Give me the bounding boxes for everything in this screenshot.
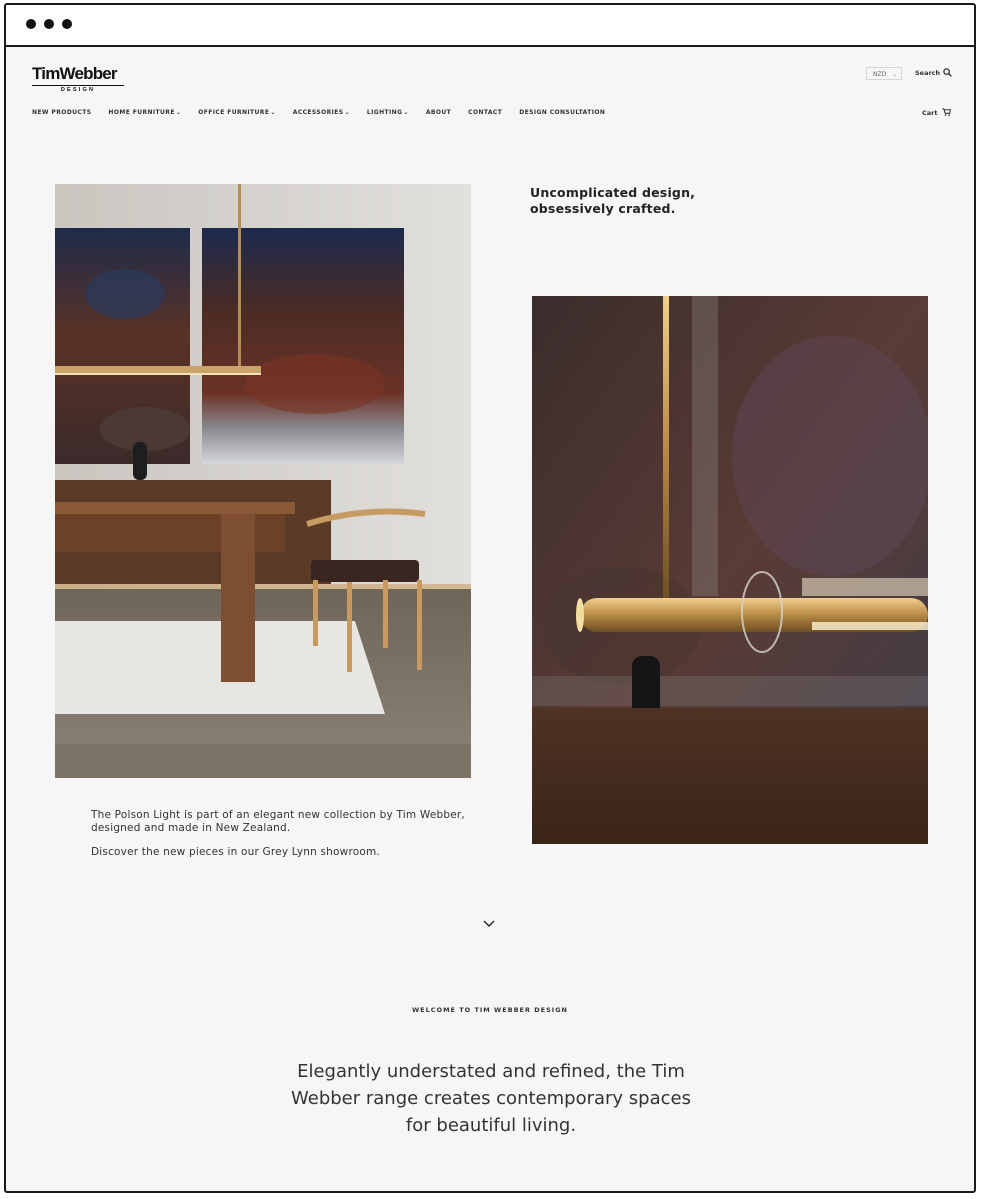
chevron-down-icon: ⌄ bbox=[175, 109, 182, 116]
currency-select[interactable]: NZD ⌄ bbox=[866, 67, 902, 80]
scroll-down-button[interactable] bbox=[483, 913, 495, 932]
nav-item-contact[interactable]: CONTACT bbox=[468, 109, 502, 116]
window-dot-icon[interactable] bbox=[26, 19, 36, 29]
nav-label: ACCESSORIES bbox=[292, 109, 344, 116]
intro-text: Elegantly understated and refined, the T… bbox=[291, 1061, 691, 1136]
chevron-down-icon: ⌄ bbox=[270, 109, 276, 116]
search-icon bbox=[943, 68, 952, 77]
main-nav: NEW PRODUCTS HOME FURNITURE⌄ OFFICE FURN… bbox=[32, 109, 622, 116]
nav-label: ABOUT bbox=[425, 109, 452, 116]
site-logo[interactable]: TimWebber DESIGN bbox=[32, 65, 124, 93]
hero-tagline: Uncomplicated design, obsessively crafte… bbox=[530, 185, 695, 217]
description-paragraph: Discover the new pieces in our Grey Lynn… bbox=[91, 846, 380, 858]
nav-item-design-consultation[interactable]: DESIGN CONSULTATION bbox=[519, 109, 605, 116]
nav-item-office-furniture[interactable]: OFFICE FURNITURE⌄ bbox=[198, 109, 276, 116]
search-label: Search bbox=[915, 69, 941, 77]
nav-item-about[interactable]: ABOUT bbox=[426, 109, 451, 116]
nav-label: NEW PRODUCTS bbox=[32, 109, 92, 116]
nav-label: OFFICE FURNITURE bbox=[198, 109, 270, 116]
hero-image-brass-light bbox=[532, 296, 928, 844]
browser-titlebar bbox=[6, 5, 974, 47]
nav-label: LIGHTING bbox=[366, 109, 403, 116]
tagline-line: obsessively crafted. bbox=[530, 201, 676, 216]
nav-label: CONTACT bbox=[468, 109, 503, 116]
chevron-down-icon bbox=[483, 920, 495, 927]
window-dot-icon[interactable] bbox=[44, 19, 54, 29]
window-dot-icon[interactable] bbox=[62, 19, 72, 29]
description-paragraph: The Polson Light is part of an elegant n… bbox=[91, 809, 465, 834]
cart-icon bbox=[942, 108, 951, 116]
section-heading: WELCOME TO TIM WEBBER DESIGN bbox=[412, 1006, 568, 1014]
nav-item-new-products[interactable]: NEW PRODUCTS bbox=[32, 109, 91, 116]
chevron-down-icon: ⌄ bbox=[344, 109, 350, 116]
search-link[interactable]: Search bbox=[915, 68, 952, 77]
tagline-line: Uncomplicated design, bbox=[530, 185, 696, 200]
logo-wordmark: TimWebber bbox=[32, 64, 118, 83]
nav-label: DESIGN CONSULTATION bbox=[519, 109, 606, 116]
cart-link[interactable]: Cart bbox=[922, 108, 951, 117]
web-page: TimWebber DESIGN NZD ⌄ Search NEW PRODUC… bbox=[6, 47, 974, 1191]
nav-item-lighting[interactable]: LIGHTING⌄ bbox=[367, 109, 409, 116]
cart-label: Cart bbox=[922, 109, 938, 117]
currency-value: NZD bbox=[873, 71, 887, 78]
browser-window: TimWebber DESIGN NZD ⌄ Search NEW PRODUC… bbox=[4, 3, 976, 1193]
hero-image-dining-room bbox=[55, 184, 471, 778]
nav-item-home-furniture[interactable]: HOME FURNITURE⌄ bbox=[108, 109, 181, 116]
logo-subtitle: DESIGN bbox=[32, 85, 124, 93]
nav-item-accessories[interactable]: ACCESSORIES⌄ bbox=[293, 109, 350, 116]
nav-label: HOME FURNITURE bbox=[108, 109, 175, 116]
chevron-down-icon: ⌄ bbox=[891, 71, 897, 78]
chevron-down-icon: ⌄ bbox=[403, 109, 409, 116]
hero-description: The Polson Light is part of an elegant n… bbox=[91, 809, 471, 870]
